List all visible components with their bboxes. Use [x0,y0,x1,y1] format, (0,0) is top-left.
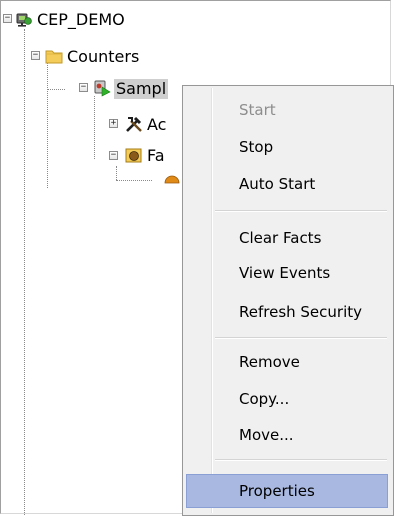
context-menu: Start Stop Auto Start Clear Facts View E… [182,85,394,516]
fact-item-icon [164,175,180,184]
tree-line [47,58,48,188]
collapse-toggle[interactable]: − [109,151,118,160]
tree-node-root-label[interactable]: CEP_DEMO [37,10,125,30]
collapse-toggle[interactable]: − [3,14,12,23]
menu-item-move[interactable]: Move... [186,420,388,450]
tree-line [24,29,25,515]
menu-separator [215,210,387,212]
menu-item-auto-start[interactable]: Auto Start [186,169,388,199]
menu-item-clear-facts[interactable]: Clear Facts [186,223,388,253]
running-service-icon [94,80,111,97]
menu-item-refresh-security[interactable]: Refresh Security [186,297,388,327]
menu-item-view-events[interactable]: View Events [186,258,388,288]
menu-item-remove[interactable]: Remove [186,347,388,377]
tree-line [94,96,95,159]
menu-separator [215,337,387,339]
tree-line [116,180,152,181]
folder-icon [45,50,63,64]
collapse-toggle[interactable]: − [31,51,40,60]
tree-line [116,166,117,180]
server-icon [16,13,32,27]
menu-separator [215,459,387,461]
tree-node-sample-label[interactable]: Sampl [114,79,169,99]
tree-line [47,89,65,90]
expand-toggle[interactable]: + [109,119,118,128]
menu-item-start: Start [239,101,276,119]
menu-item-copy[interactable]: Copy... [186,384,388,414]
collapse-toggle[interactable]: − [79,83,88,92]
facts-icon [125,148,142,163]
tree-node-facts-label[interactable]: Fa [147,146,165,166]
tools-icon [126,116,142,132]
tree-node-counters-label[interactable]: Counters [67,47,139,67]
menu-item-stop[interactable]: Stop [186,132,388,162]
tree-node-actions-label[interactable]: Ac [147,115,166,135]
menu-item-properties[interactable]: Properties [186,474,388,508]
